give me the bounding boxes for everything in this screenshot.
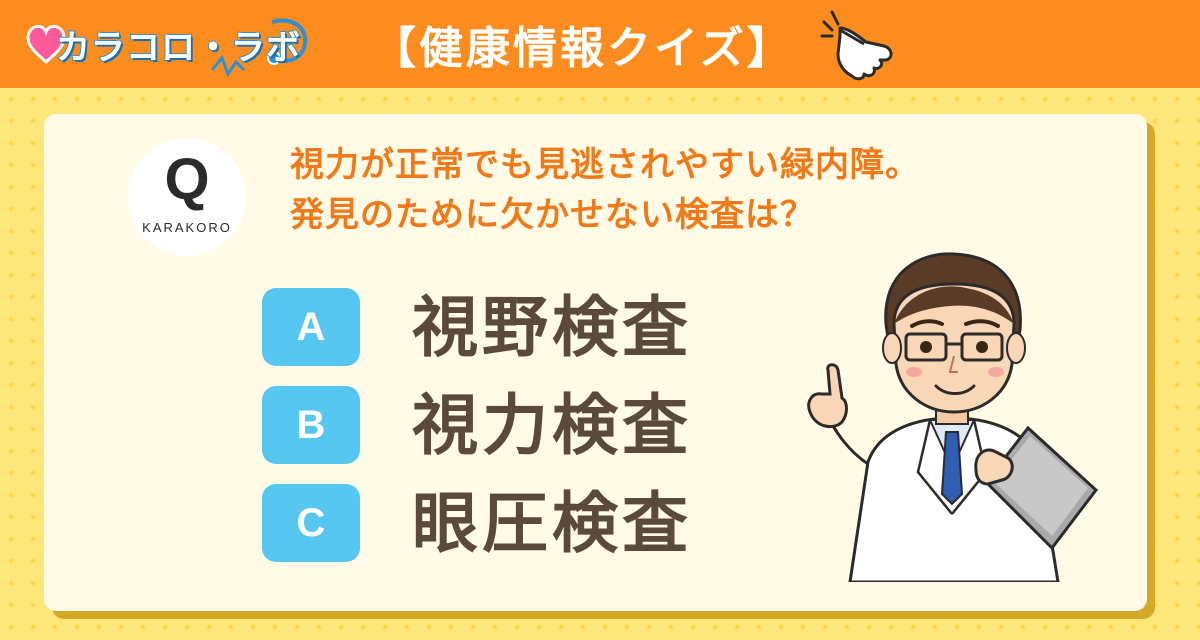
- choice-b-badge: B: [262, 386, 360, 464]
- choice-a[interactable]: A 視野検査: [262, 286, 722, 370]
- choice-c-badge: C: [262, 484, 360, 562]
- question-line-1: 視力が正常でも見逃されやすい緑内障。: [290, 145, 920, 185]
- question-badge: Q KARAKORO: [128, 138, 246, 256]
- choice-a-badge: A: [262, 288, 360, 366]
- question-badge-letter: Q: [164, 147, 210, 212]
- choice-a-text: 視野検査: [412, 289, 692, 366]
- choice-c[interactable]: C 眼圧検査: [262, 482, 722, 566]
- question-badge-sub: KARAKORO: [142, 220, 232, 235]
- choice-b[interactable]: B 視力検査: [262, 384, 722, 468]
- page-title: 【健康情報クイズ】: [372, 23, 794, 74]
- choice-c-text: 眼圧検査: [412, 485, 692, 562]
- pointing-hand-icon: [820, 10, 893, 81]
- logo: カラコロ・ラボ: [22, 8, 312, 82]
- logo-text: カラコロ・ラボ: [55, 27, 301, 69]
- doctor-illustration: [807, 252, 1099, 582]
- choice-b-text: 視力検査: [412, 387, 692, 464]
- header-bar: カラコロ・ラボ 【健康情報クイズ】: [0, 0, 1200, 88]
- question-text: 視力が正常でも見逃されやすい緑内障。 発見のために欠かせない検査は？: [290, 140, 1110, 240]
